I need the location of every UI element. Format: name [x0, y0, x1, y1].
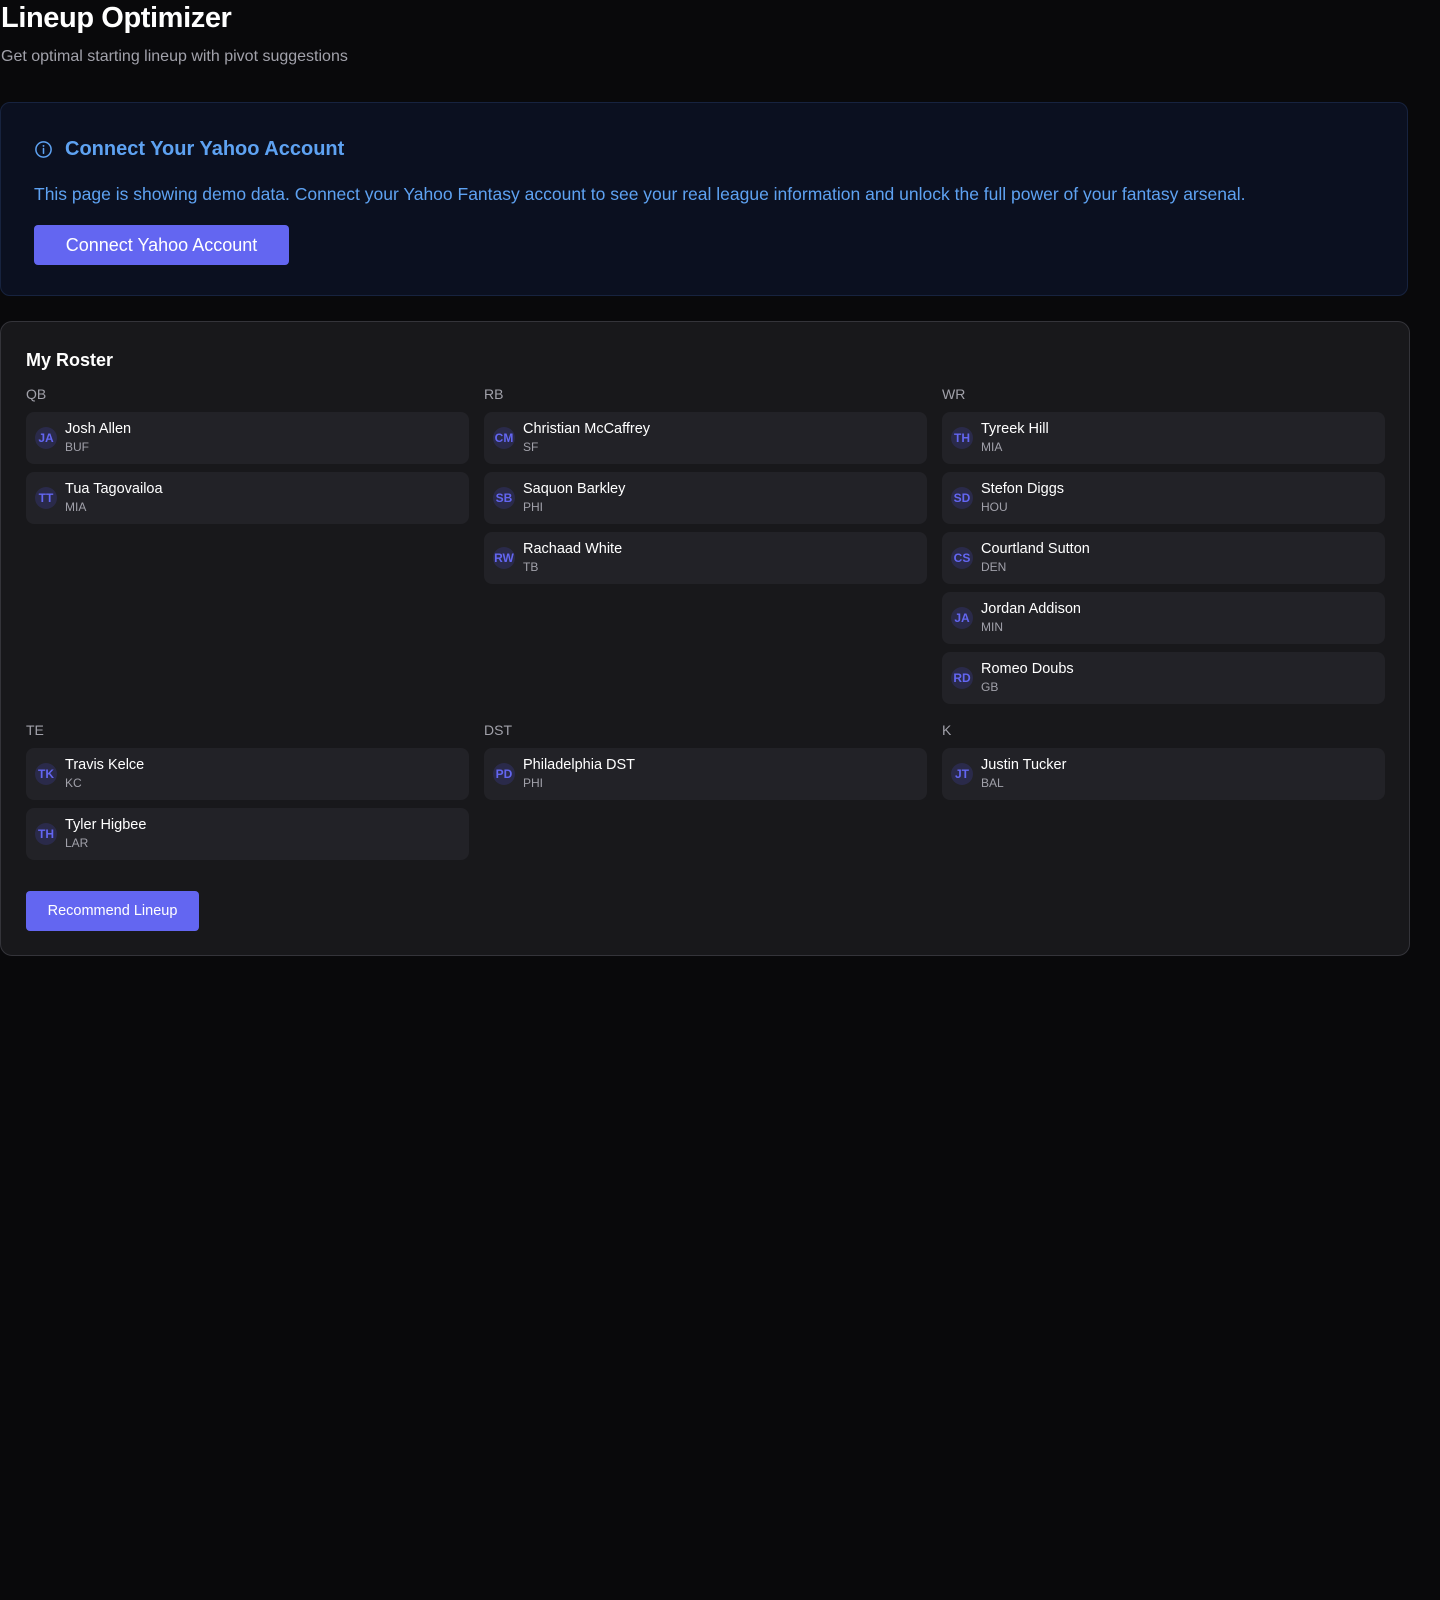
- player-row[interactable]: PD Philadelphia DST PHI: [484, 748, 927, 800]
- player-row[interactable]: TT Tua Tagovailoa MIA: [26, 472, 469, 524]
- position-label: K: [942, 722, 952, 738]
- player-info: Josh Allen BUF: [65, 421, 131, 455]
- player-info: Stefon Diggs HOU: [981, 481, 1064, 515]
- position-label: TE: [26, 722, 44, 738]
- player-team: GB: [981, 680, 999, 694]
- player-row[interactable]: CM Christian McCaffrey SF: [484, 412, 927, 464]
- player-row[interactable]: JT Justin Tucker BAL: [942, 748, 1385, 800]
- player-avatar: RD: [951, 667, 973, 689]
- notice-text: This page is showing demo data. Connect …: [34, 184, 1246, 204]
- player-avatar: TH: [951, 427, 973, 449]
- player-avatar: SB: [493, 487, 515, 509]
- player-team: SF: [523, 440, 539, 454]
- player-row[interactable]: TH Tyreek Hill MIA: [942, 412, 1385, 464]
- position-label: QB: [26, 386, 47, 402]
- position-group-qb: QB JA Josh Allen BUF TT Tua Tagovailoa MIA: [26, 387, 469, 532]
- roster-title: My Roster: [26, 350, 114, 370]
- player-name: Justin Tucker: [981, 757, 1067, 773]
- player-name: Tua Tagovailoa: [65, 481, 163, 497]
- player-name: Travis Kelce: [65, 757, 145, 773]
- connect-account-notice: Connect Your Yahoo Account This page is …: [0, 102, 1408, 296]
- player-avatar: JA: [35, 427, 57, 449]
- player-row[interactable]: JA Jordan Addison MIN: [942, 592, 1385, 644]
- roster-card: My Roster QB JA Josh Allen BUF TT Tua Tagovai…: [0, 321, 1410, 956]
- player-avatar: JA: [951, 607, 973, 629]
- connect-yahoo-button[interactable]: Connect Yahoo Account: [34, 225, 289, 265]
- info-icon: [35, 140, 52, 158]
- player-team: TB: [523, 560, 539, 574]
- player-name: Jordan Addison: [981, 601, 1081, 617]
- player-name: Philadelphia DST: [523, 757, 636, 773]
- player-team: PHI: [523, 776, 544, 790]
- page-subtitle: Get optimal starting lineup with pivot s…: [1, 48, 348, 65]
- player-info: Christian McCaffrey SF: [523, 421, 650, 455]
- player-team: MIN: [981, 620, 1003, 634]
- player-name: Tyler Higbee: [65, 817, 147, 833]
- player-avatar: CS: [951, 547, 973, 569]
- position-label: RB: [484, 386, 504, 402]
- notice-title: Connect Your Yahoo Account: [65, 138, 345, 160]
- player-avatar: PD: [493, 763, 515, 785]
- player-team: KC: [65, 776, 82, 790]
- player-avatar: SD: [951, 487, 973, 509]
- player-name: Tyreek Hill: [981, 421, 1049, 437]
- player-info: Tyler Higbee LAR: [65, 817, 146, 851]
- player-info: Rachaad White TB: [523, 541, 622, 575]
- player-row[interactable]: JA Josh Allen BUF: [26, 412, 469, 464]
- player-team: BAL: [981, 776, 1004, 790]
- player-name: Romeo Doubs: [981, 661, 1074, 677]
- player-name: Courtland Sutton: [981, 541, 1090, 557]
- player-info: Justin Tucker BAL: [981, 757, 1066, 791]
- player-team: HOU: [981, 500, 1008, 514]
- position-group-rb: RB CM Christian McCaffrey SF SB Saquon Barkle…: [484, 387, 927, 592]
- position-group-k: K JT Justin Tucker BAL: [942, 723, 1385, 808]
- player-info: Travis Kelce KC: [65, 757, 144, 791]
- player-avatar: RW: [493, 547, 515, 569]
- player-row[interactable]: RW Rachaad White TB: [484, 532, 927, 584]
- player-avatar: CM: [493, 427, 515, 449]
- position-label: WR: [942, 386, 966, 402]
- page-title: Lineup Optimizer: [1, 2, 232, 34]
- player-row[interactable]: TK Travis Kelce KC: [26, 748, 469, 800]
- player-info: Tyreek Hill MIA: [981, 421, 1049, 455]
- player-row[interactable]: TH Tyler Higbee LAR: [26, 808, 469, 860]
- player-team: DEN: [981, 560, 1007, 574]
- player-info: Tua Tagovailoa MIA: [65, 481, 163, 515]
- position-group-te: TE TK Travis Kelce KC TH Tyler Higbee LAR: [26, 723, 469, 868]
- player-row[interactable]: SB Saquon Barkley PHI: [484, 472, 927, 524]
- player-info: Courtland Sutton DEN: [981, 541, 1090, 575]
- position-label: DST: [484, 722, 512, 738]
- player-info: Jordan Addison MIN: [981, 601, 1081, 635]
- player-team: LAR: [65, 836, 89, 850]
- player-row[interactable]: CS Courtland Sutton DEN: [942, 532, 1385, 584]
- player-team: PHI: [523, 500, 544, 514]
- player-row[interactable]: SD Stefon Diggs HOU: [942, 472, 1385, 524]
- player-name: Stefon Diggs: [981, 481, 1065, 497]
- notice-header: Connect Your Yahoo Account: [34, 137, 344, 161]
- player-team: MIA: [65, 500, 87, 514]
- player-name: Christian McCaffrey: [523, 421, 651, 437]
- recommend-lineup-button[interactable]: Recommend Lineup: [26, 891, 199, 931]
- player-name: Josh Allen: [65, 421, 132, 437]
- position-group-dst: DST PD Philadelphia DST PHI: [484, 723, 927, 808]
- player-avatar: TT: [35, 487, 57, 509]
- player-name: Rachaad White: [523, 541, 623, 557]
- player-avatar: JT: [951, 763, 973, 785]
- player-name: Saquon Barkley: [523, 481, 626, 497]
- player-avatar: TK: [35, 763, 57, 785]
- player-info: Romeo Doubs GB: [981, 661, 1074, 695]
- player-info: Saquon Barkley PHI: [523, 481, 625, 515]
- player-row[interactable]: RD Romeo Doubs GB: [942, 652, 1385, 704]
- player-team: BUF: [65, 440, 89, 454]
- player-info: Philadelphia DST PHI: [523, 757, 635, 791]
- player-avatar: TH: [35, 823, 57, 845]
- player-team: MIA: [981, 440, 1003, 454]
- position-group-wr: WR TH Tyreek Hill MIA SD Stefon Diggs HOU CS Cou…: [942, 387, 1385, 712]
